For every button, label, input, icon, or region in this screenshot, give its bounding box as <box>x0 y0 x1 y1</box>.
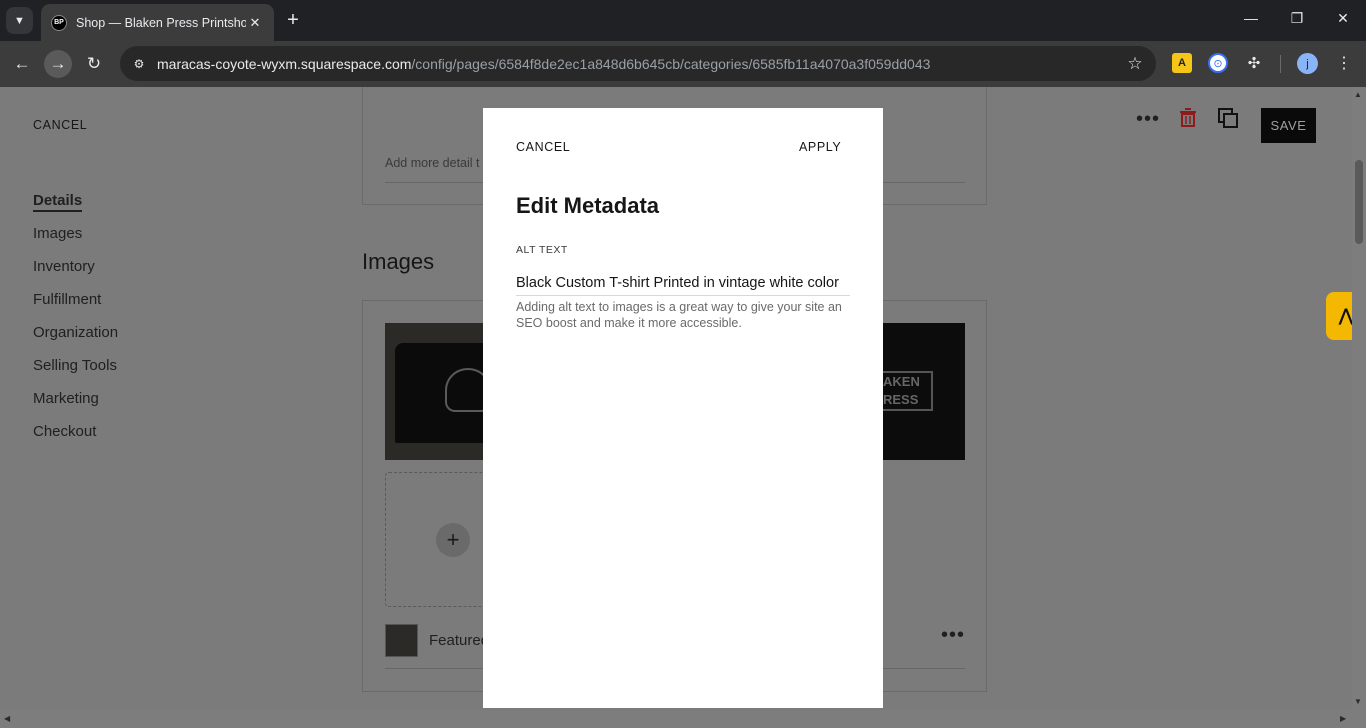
toolbar-divider <box>1280 55 1281 73</box>
alt-text-underline <box>516 295 850 296</box>
scroll-down-icon[interactable]: ▼ <box>1354 697 1362 706</box>
extensions-puzzle-icon[interactable]: ✣ <box>1244 53 1264 73</box>
extension-b-icon[interactable]: ⊙ <box>1208 53 1228 73</box>
window-close-icon[interactable]: ✕ <box>1333 10 1353 27</box>
extension-a-icon[interactable]: A <box>1172 53 1192 73</box>
forward-arrow-right-icon[interactable]: → <box>44 50 72 78</box>
sidebar-item-details[interactable]: Details <box>33 191 118 224</box>
delete-trash-icon[interactable] <box>1178 108 1198 128</box>
horizontal-scrollbar[interactable]: ◀ ▶ <box>0 711 1366 728</box>
helper-widget-icon[interactable]: ⋀ <box>1326 292 1352 340</box>
minimize-icon[interactable]: — <box>1241 10 1261 26</box>
add-image-dropzone[interactable]: + <box>385 472 485 607</box>
tshirt-logo-graphic <box>445 368 485 412</box>
browser-tab-bar: ▼ BP Shop — Blaken Press Printshop ✕ + —… <box>0 0 1366 41</box>
site-favicon-icon: BP <box>51 14 67 31</box>
edit-metadata-modal: CANCEL APPLY Edit Metadata ALT TEXT Addi… <box>483 108 883 708</box>
url-text[interactable]: maracas-coyote-wyxm.squarespace.com/conf… <box>157 56 1120 72</box>
scroll-left-icon[interactable]: ◀ <box>4 714 10 723</box>
restore-icon[interactable]: ❐ <box>1287 10 1307 27</box>
add-image-plus-icon[interactable]: + <box>436 523 470 557</box>
bookmark-star-icon[interactable]: ☆ <box>1120 54 1150 74</box>
duplicate-icon[interactable] <box>1218 108 1238 128</box>
reload-icon[interactable]: ↻ <box>80 50 108 78</box>
sidebar-item-inventory[interactable]: Inventory <box>33 257 118 290</box>
alt-text-help: Adding alt text to images is a great way… <box>516 300 842 330</box>
product-image-thumbnail[interactable] <box>385 323 485 460</box>
browser-menu-more-vertical-icon[interactable]: ⋮ <box>1336 53 1352 73</box>
sidebar-item-organization[interactable]: Organization <box>33 323 118 356</box>
images-heading: Images <box>362 249 435 274</box>
url-host: maracas-coyote-wyxm.squarespace.com <box>157 55 412 72</box>
browser-tab[interactable]: BP Shop — Blaken Press Printshop ✕ <box>41 4 274 41</box>
tshirt-image <box>395 343 485 443</box>
sidebar-item-selling-tools[interactable]: Selling Tools <box>33 356 118 389</box>
featured-label: Featured <box>429 632 490 649</box>
tab-close-icon[interactable]: ✕ <box>246 15 264 31</box>
scroll-up-icon[interactable]: ▲ <box>1354 90 1362 99</box>
back-arrow-left-icon[interactable]: ← <box>8 50 36 78</box>
sidebar-item-marketing[interactable]: Marketing <box>33 389 118 422</box>
vertical-scroll-thumb[interactable] <box>1355 160 1363 244</box>
sidebar-item-checkout[interactable]: Checkout <box>33 422 118 455</box>
page-cancel-button[interactable]: CANCEL <box>33 118 87 132</box>
tab-title: Shop — Blaken Press Printshop <box>76 15 246 30</box>
site-settings-tune-icon[interactable]: ⚙ <box>130 57 148 71</box>
modal-title: Edit Metadata <box>516 193 660 218</box>
alt-text-input[interactable] <box>516 271 850 295</box>
sidebar-item-fulfillment[interactable]: Fulfillment <box>33 290 118 323</box>
more-options-horizontal-icon[interactable]: ••• <box>1136 108 1160 131</box>
description-field-hint[interactable]: Add more detail t <box>385 156 480 170</box>
scroll-right-icon[interactable]: ▶ <box>1340 714 1346 723</box>
browser-toolbar: ← → ↻ ⚙ maracas-coyote-wyxm.squarespace.… <box>0 41 1366 87</box>
url-path: /config/pages/6584f8de2ec1a848d6b645cb/c… <box>411 55 931 72</box>
product-image-thumbnail-2[interactable]: AKEN RESS <box>881 323 965 460</box>
vertical-scrollbar[interactable]: ▲ ▼ <box>1352 87 1366 711</box>
save-button[interactable]: SAVE <box>1261 108 1316 143</box>
address-bar[interactable]: ⚙ maracas-coyote-wyxm.squarespace.com/co… <box>120 46 1156 81</box>
sidebar-item-images[interactable]: Images <box>33 224 118 257</box>
new-tab-plus-icon[interactable]: + <box>283 9 303 31</box>
tab-search-chevron-down-icon[interactable]: ▼ <box>6 7 33 34</box>
profile-avatar[interactable]: j <box>1297 53 1318 74</box>
alt-text-label: ALT TEXT <box>516 244 568 256</box>
featured-image-thumbnail <box>385 624 418 657</box>
duplicate-icon-front <box>1223 113 1238 128</box>
featured-more-horizontal-icon[interactable]: ••• <box>941 624 965 647</box>
modal-cancel-button[interactable]: CANCEL <box>516 140 570 154</box>
blaken-logo-graphic: AKEN RESS <box>881 371 933 411</box>
product-sidebar-nav: Details Images Inventory Fulfillment Org… <box>33 191 118 455</box>
modal-apply-button[interactable]: APPLY <box>799 140 841 154</box>
